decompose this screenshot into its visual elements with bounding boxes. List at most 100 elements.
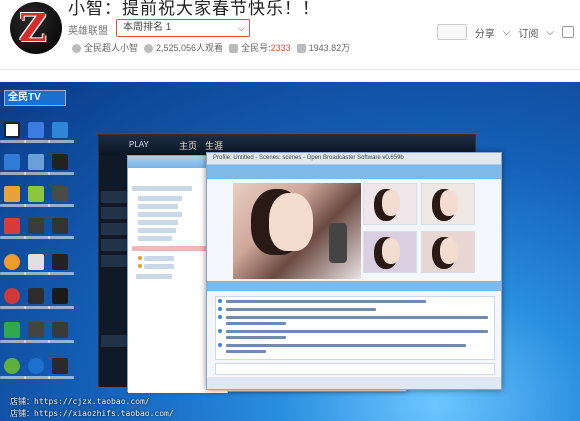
desktop-icon[interactable] [28,122,44,138]
desktop-icon[interactable] [52,254,68,270]
rank-dropdown[interactable]: 本周排名 1 ⌵ [116,19,250,37]
viewer-count: 2,525,056人观看 [156,42,224,53]
desktop-icon-label [48,140,74,143]
desktop-icon[interactable] [28,358,44,374]
preview-thumbnail[interactable] [421,183,475,225]
desktop-icon[interactable] [28,218,44,234]
desktop-icon-label [0,172,26,175]
message-icon [218,315,222,319]
play-button[interactable]: PLAY [129,138,153,151]
thumbnail-face [440,190,458,216]
category-link[interactable]: 英雄联盟 [68,22,108,37]
fullscreen-icon[interactable] [562,26,574,38]
desktop-icon[interactable] [28,322,44,338]
desktop-icon-label [0,272,26,275]
chevron-down-icon: ⌵ [502,26,511,38]
desktop-icon-label [24,204,50,207]
streamer-name: 全民超人小智 [84,42,139,53]
log-line [226,336,286,339]
watermark-text: 店铺：https://cjzx.taobao.com/ [10,397,150,406]
preview-thumbnail[interactable] [363,183,417,225]
channel-row[interactable] [138,228,176,233]
desktop-icon-label [48,376,74,379]
chevron-down-icon: ⌵ [238,23,245,33]
message-icon [218,299,222,303]
id-value: 2333 [270,42,291,53]
desktop-icon-label [24,306,50,309]
channel-row[interactable] [138,236,172,241]
viewer-item: 2,525,056人观看 [144,41,223,54]
user-status-icon [138,256,142,260]
user-status-icon [138,264,142,268]
preview-thumbnail[interactable] [421,231,475,273]
thumbnail-face [382,190,400,216]
thumbnail-face [440,238,458,264]
desktop-icon[interactable] [4,186,20,202]
desktop-icon[interactable] [52,322,68,338]
log-line [226,300,426,303]
desktop-icon[interactable] [4,218,20,234]
watermark-text: 店铺：https://xiaozhifs.taobao.com/ [10,409,174,418]
desktop-icon[interactable] [4,254,20,270]
desktop-icon-label [48,236,74,239]
thumbnail-face [382,238,400,264]
streamer-avatar[interactable]: Z [10,2,62,54]
desktop-icon-label [24,172,50,175]
stream-title: 小智：提前祝大家春节快乐！！ [68,0,320,18]
channel-row[interactable] [138,204,178,209]
game-tab[interactable]: 生涯 [205,139,223,152]
desktop-icon-label [24,376,50,379]
fans-icon [296,43,306,53]
desktop-icon[interactable] [28,186,44,202]
desktop-icon-label [48,172,74,175]
broadcast-tabs-bar [207,281,501,291]
desktop-icon[interactable] [52,122,68,138]
subscribe-button[interactable]: 订阅 [518,25,538,40]
channel-row[interactable] [138,196,182,201]
broadcast-window[interactable]: Profile: Untitled - Scenes: scenes - Ope… [206,152,502,390]
preview-thumbnail[interactable] [363,231,417,273]
channel-row[interactable] [136,274,172,279]
channel-row[interactable] [138,220,178,225]
desktop-icon[interactable] [52,186,68,202]
user-icon [72,43,81,53]
id-icon [229,43,239,53]
desktop-icon-label [0,376,26,379]
desktop-icon[interactable] [52,358,68,374]
streamer-face [269,193,313,251]
desktop-icon-label [24,140,50,143]
desktop-icon[interactable] [4,154,20,170]
rank-label: 本周排名 1 [123,22,172,33]
game-tab[interactable]: 主页 [179,139,197,152]
broadcast-title-bar: Profile: Untitled - Scenes: scenes - Ope… [207,153,501,165]
desktop-icon[interactable] [52,218,68,234]
channel-row[interactable] [132,186,192,191]
desktop-icon-label [48,340,74,343]
desktop-icon-label [24,236,50,239]
desktop-icon[interactable] [52,288,68,304]
channel-row[interactable] [144,256,174,261]
desktop-icon-label [0,306,26,309]
channel-row[interactable] [144,264,174,269]
desktop-icon[interactable] [4,358,20,374]
desktop-icon[interactable] [28,154,44,170]
follow-button[interactable] [436,24,467,40]
desktop-icon-label [0,204,26,207]
desktop-icon[interactable] [4,122,20,138]
desktop-icon-label [0,236,26,239]
desktop-logo-icon: 全民TV [4,90,66,106]
share-button[interactable]: 分享 [475,25,495,40]
desktop-icon[interactable] [52,154,68,170]
broadcast-toolbar [207,165,501,179]
eye-icon [144,43,154,53]
message-icon [218,307,222,311]
channel-row[interactable] [138,212,182,217]
header-actions: 分享 ⌵ 订阅 ⌵ [436,24,574,40]
broadcast-message-log [215,296,495,360]
desktop-icon[interactable] [4,322,20,338]
desktop-icon[interactable] [28,254,44,270]
desktop-icon[interactable] [28,288,44,304]
chevron-down-icon: ⌵ [546,26,554,38]
desktop-icon[interactable] [4,288,20,304]
message-input[interactable] [215,363,495,375]
